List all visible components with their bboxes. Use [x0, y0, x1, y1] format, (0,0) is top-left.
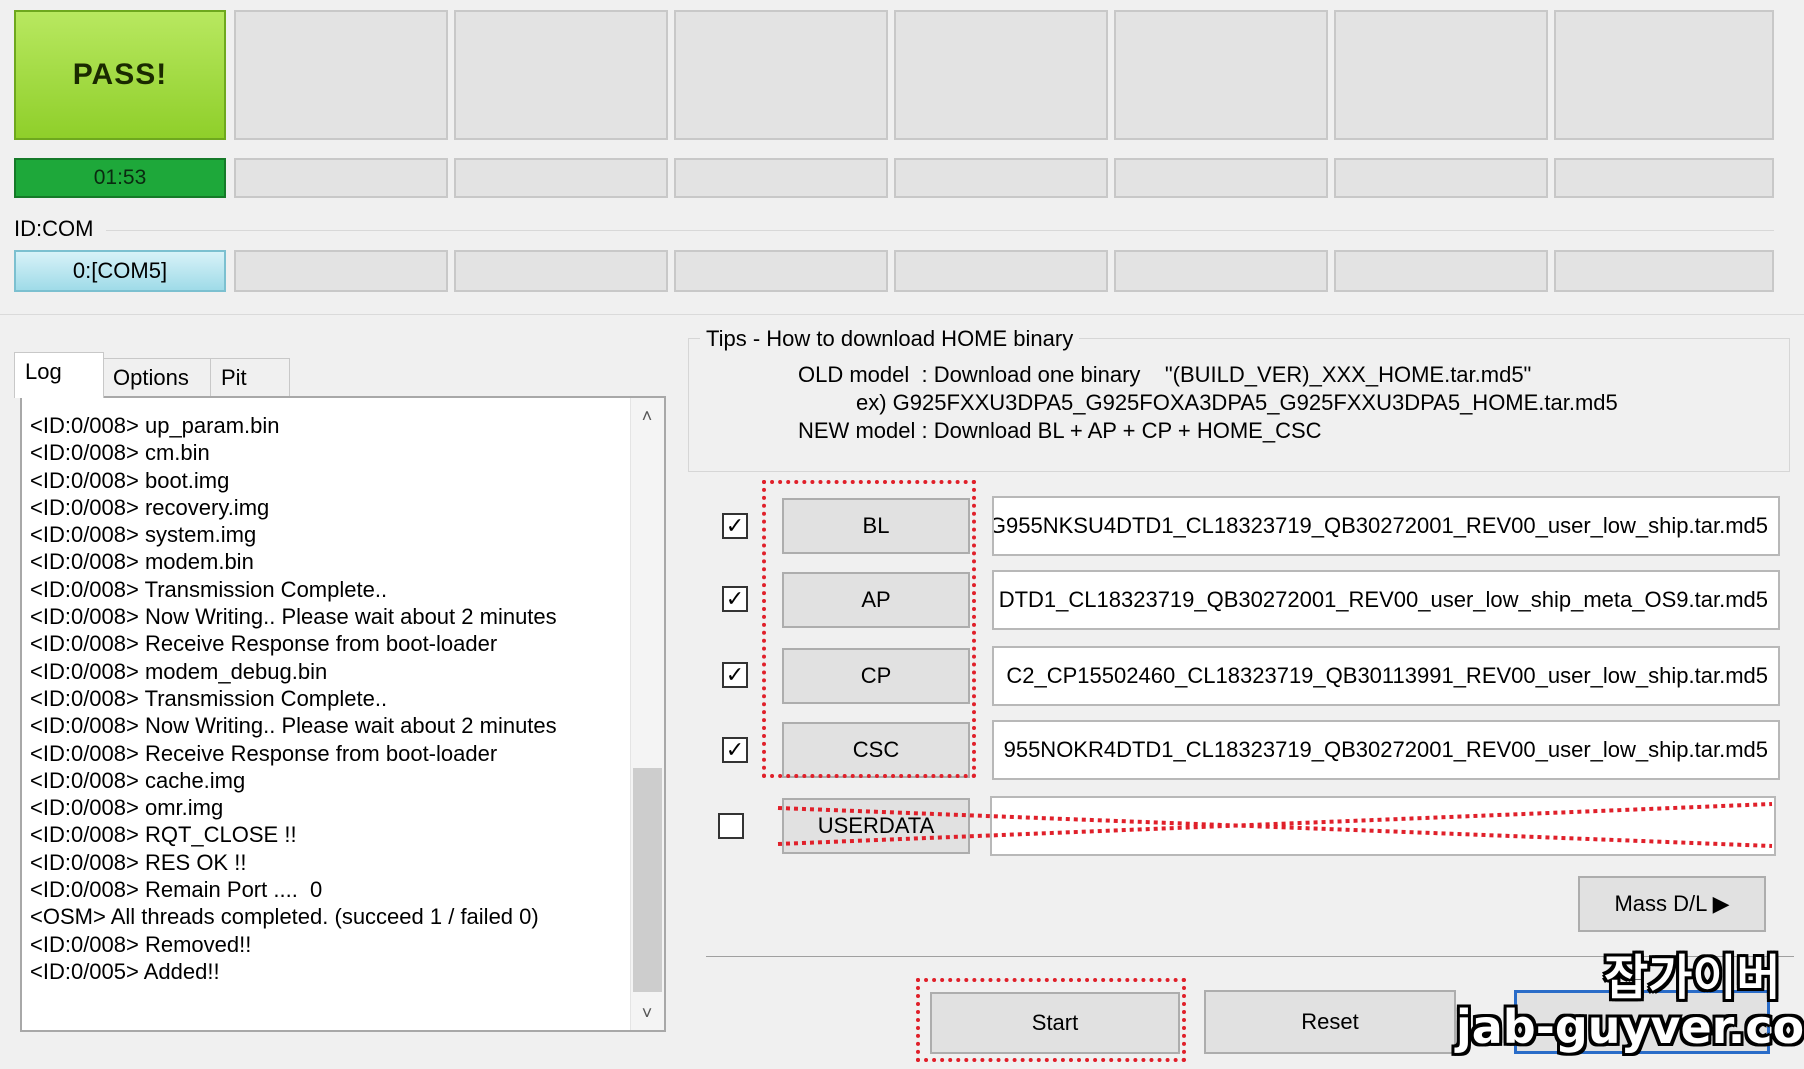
annotation-start [916, 978, 1186, 1062]
cp-checkbox[interactable]: ✓ [722, 662, 748, 688]
cp-path-text: C2_CP15502460_CL18323719_QB30113991_REV0… [1006, 663, 1768, 688]
tab-options-label: Options [113, 365, 189, 390]
timer-slot-6 [1114, 158, 1328, 198]
log-line: <ID:0/008> Transmission Complete.. [30, 685, 388, 711]
log-line: <ID:0/008> up_param.bin [30, 413, 280, 438]
log-line: <ID:0/008> RES OK !! [30, 849, 247, 875]
id-com-divider [106, 230, 1774, 231]
watermark-site: jab-guyver.co.kr [1456, 1000, 1804, 1054]
com-slot-7 [1334, 250, 1548, 292]
status-slot-2 [234, 10, 448, 140]
tab-pit[interactable]: Pit [210, 358, 290, 396]
odin-window: PASS! 01:53 ID:COM 0:[COM5] Log Options … [0, 0, 1804, 1069]
ap-path-field[interactable]: DTD1_CL18323719_QB30272001_REV00_user_lo… [992, 570, 1780, 630]
timer-slot-2 [234, 158, 448, 198]
ap-path-text: DTD1_CL18323719_QB30272001_REV00_user_lo… [998, 587, 1768, 612]
status-slot-7 [1334, 10, 1548, 140]
log-line: <ID:0/008> Receive Response from boot-lo… [30, 631, 498, 657]
log-line: <ID:0/005> Added!! [30, 958, 220, 984]
tab-options[interactable]: Options [102, 358, 212, 396]
bl-path-field[interactable]: G955NKSU4DTD1_CL18323719_QB30272001_REV0… [992, 496, 1780, 556]
log-line: <ID:0/008> omr.img [30, 795, 224, 821]
check-icon: ✓ [725, 737, 745, 762]
log-scrollbar[interactable]: ˄ ˅ [630, 398, 664, 1030]
com-port-value: 0:[COM5] [72, 258, 168, 283]
check-icon: ✓ [725, 513, 745, 538]
log-line: <ID:0/008> cache.img [30, 767, 246, 793]
timer-slot-7 [1334, 158, 1548, 198]
timer-slot: 01:53 [14, 158, 226, 198]
mass-dl-button[interactable]: Mass D/L ▶ [1578, 876, 1766, 932]
log-line: <ID:0/008> Remain Port .... 0 [30, 877, 323, 903]
log-line: <ID:0/008> Transmission Complete.. [30, 576, 388, 602]
log-line: <ID:0/008> modem_debug.bin [30, 658, 328, 684]
tab-log[interactable]: Log [14, 352, 104, 398]
log-line: <ID:0/008> recovery.img [30, 494, 270, 520]
com-slot-5 [894, 250, 1108, 292]
check-icon: ✓ [725, 586, 745, 611]
com-slot-6 [1114, 250, 1328, 292]
log-line: <ID:0/008> cm.bin [30, 440, 210, 466]
tab-pit-label: Pit [221, 365, 247, 390]
log-line: <ID:0/008> boot.img [30, 467, 230, 493]
log-line: <ID:0/008> Now Writing.. Please wait abo… [30, 713, 557, 739]
check-icon: ✓ [725, 662, 745, 687]
bl-path-text: G955NKSU4DTD1_CL18323719_QB30272001_REV0… [992, 513, 1768, 538]
reset-button-label: Reset [1301, 1009, 1359, 1034]
status-slot-3 [454, 10, 668, 140]
timer-slot-5 [894, 158, 1108, 198]
tips-line-new-model: NEW model : Download BL + AP + CP + HOME… [798, 418, 1322, 443]
log-line: <ID:0/008> RQT_CLOSE !! [30, 822, 297, 848]
status-slot-5 [894, 10, 1108, 140]
com-slot-8 [1554, 250, 1774, 292]
com-slot-4 [674, 250, 888, 292]
com-slot-3 [454, 250, 668, 292]
timer-slot-4 [674, 158, 888, 198]
log-line: <ID:0/008> Now Writing.. Please wait abo… [30, 604, 557, 630]
cp-path-field[interactable]: C2_CP15502460_CL18323719_QB30113991_REV0… [992, 646, 1780, 706]
status-slot-6 [1114, 10, 1328, 140]
timer-slot-8 [1554, 158, 1774, 198]
log-line: <ID:0/008> modem.bin [30, 549, 254, 575]
log-lines: <ID:0/008> up_param.bin <ID:0/008> cm.bin… [30, 412, 630, 985]
scroll-up-icon[interactable]: ˄ [631, 406, 663, 427]
log-line: <ID:0/008> Receive Response from boot-lo… [30, 740, 498, 766]
tips-line-old-model: OLD model : Download one binary "(BUILD_… [798, 362, 1532, 387]
top-divider [0, 314, 1804, 315]
annotation-userdata-cross [777, 802, 1773, 848]
com-port-slot: 0:[COM5] [14, 250, 226, 292]
watermark-korean: 잡가이버 [1604, 952, 1781, 1005]
tab-log-label: Log [25, 359, 62, 384]
log-panel[interactable]: <ID:0/008> up_param.bin <ID:0/008> cm.bin… [20, 396, 666, 1032]
scroll-thumb[interactable] [633, 768, 662, 992]
mass-dl-label: Mass D/L ▶ [1614, 891, 1730, 916]
ap-checkbox[interactable]: ✓ [722, 586, 748, 612]
log-line: <OSM> All threads completed. (succeed 1 … [30, 904, 539, 930]
pass-label: PASS! [72, 58, 168, 91]
csc-path-field[interactable]: 955NOKR4DTD1_CL18323719_QB30272001_REV00… [992, 720, 1780, 780]
tips-line-example: ex) G925FXXU3DPA5_G925FOXA3DPA5_G925FXXU… [856, 390, 1618, 415]
pass-status-slot: PASS! [14, 10, 226, 140]
scroll-down-icon[interactable]: ˅ [631, 1003, 663, 1024]
tips-title: Tips - How to download HOME binary [700, 326, 1080, 352]
csc-checkbox[interactable]: ✓ [722, 737, 748, 763]
id-com-label: ID:COM [14, 216, 94, 241]
status-slot-8 [1554, 10, 1774, 140]
timer-slot-3 [454, 158, 668, 198]
status-slot-4 [674, 10, 888, 140]
bl-checkbox[interactable]: ✓ [722, 513, 748, 539]
annotation-file-buttons [762, 480, 976, 778]
csc-path-text: 955NOKR4DTD1_CL18323719_QB30272001_REV00… [1003, 737, 1768, 762]
reset-button[interactable]: Reset [1204, 990, 1456, 1054]
userdata-checkbox[interactable] [718, 813, 744, 839]
timer-value: 01:53 [93, 166, 147, 189]
com-slot-2 [234, 250, 448, 292]
log-line: <ID:0/008> Removed!! [30, 931, 252, 957]
log-line: <ID:0/008> system.img [30, 522, 257, 548]
